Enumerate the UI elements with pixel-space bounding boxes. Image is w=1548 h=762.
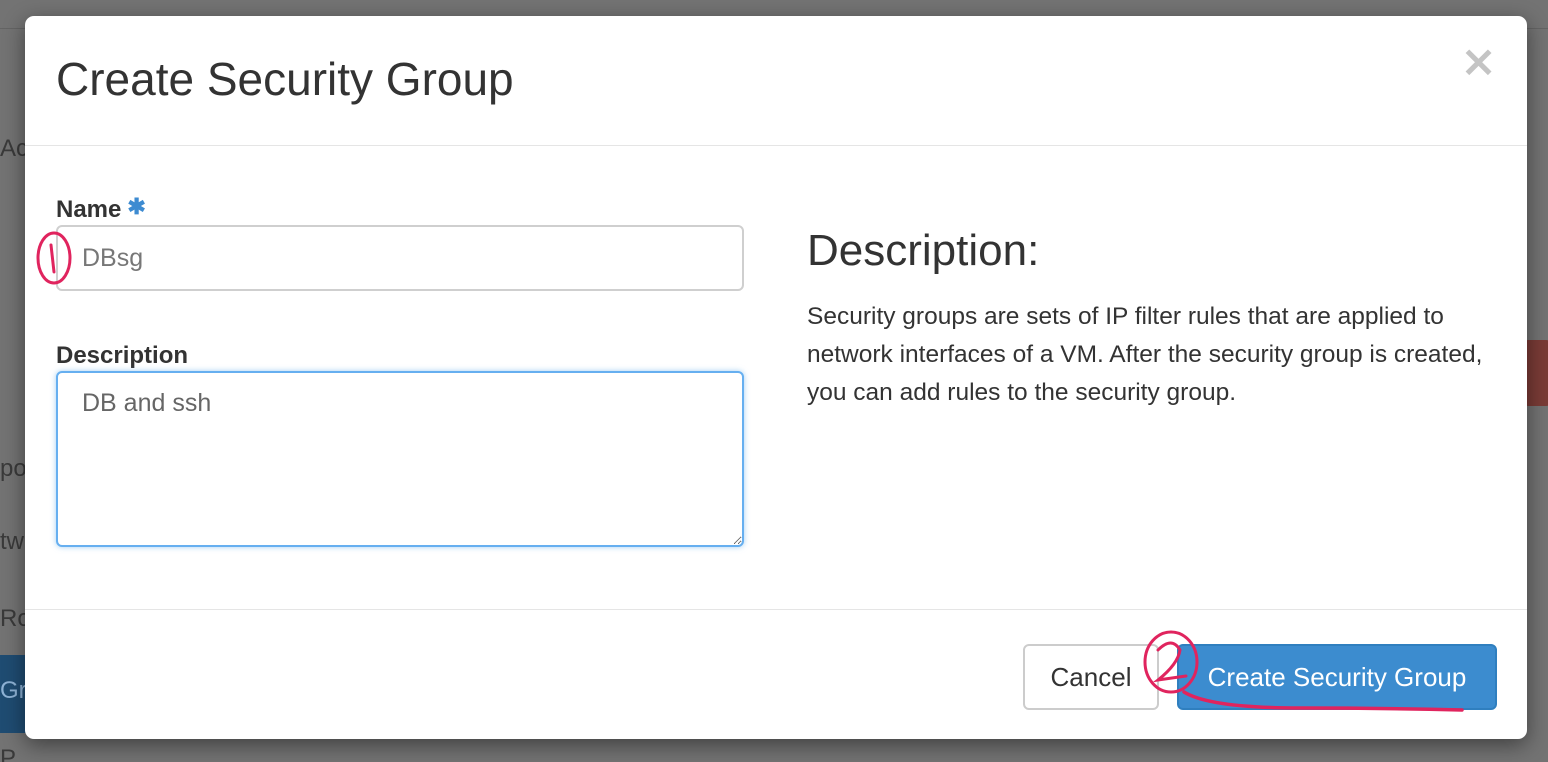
required-asterisk-icon: ✱ bbox=[127, 194, 146, 219]
create-security-group-dialog: Create Security Group × Name✱ Descriptio… bbox=[25, 16, 1527, 739]
name-label-text: Name bbox=[56, 196, 122, 223]
help-text: Security groups are sets of IP filter ru… bbox=[807, 303, 1483, 406]
modal-body: Name✱ Description DB and ssh Description… bbox=[25, 146, 1527, 609]
description-field-label: Description bbox=[56, 342, 189, 369]
background-text: po bbox=[0, 455, 27, 482]
modal-title: Create Security Group bbox=[56, 53, 514, 105]
name-field-label: Name ✱ bbox=[56, 194, 146, 224]
modal-header: Create Security Group × bbox=[25, 16, 1527, 146]
description-textarea[interactable]: DB and ssh bbox=[56, 371, 744, 547]
background-text: P bbox=[0, 745, 17, 762]
background-text: tw bbox=[0, 528, 24, 555]
modal-footer: Cancel Create Security Group bbox=[25, 609, 1527, 739]
name-input[interactable] bbox=[56, 225, 744, 291]
close-icon[interactable]: × bbox=[1460, 40, 1497, 84]
background-text: Ac bbox=[0, 135, 29, 162]
create-security-group-button[interactable]: Create Security Group bbox=[1177, 644, 1497, 710]
cancel-button[interactable]: Cancel bbox=[1023, 644, 1159, 710]
help-title: Description: bbox=[807, 226, 1040, 275]
